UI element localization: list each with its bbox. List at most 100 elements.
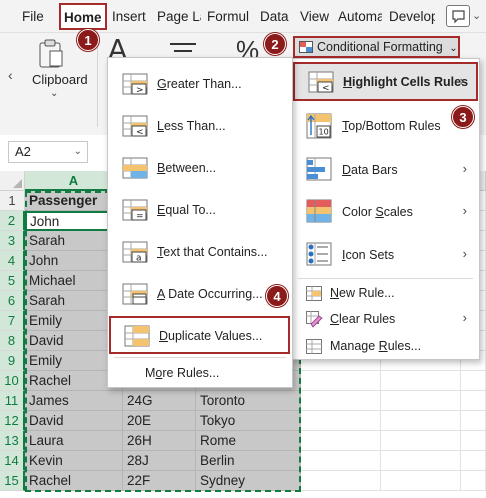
cell-c[interactable]: Berlin xyxy=(196,451,301,471)
menu-separator xyxy=(114,357,286,358)
clipboard-chevron-icon[interactable]: ⌄ xyxy=(50,88,58,99)
menu-item-top-bottom-rules[interactable]: 10 Top/Bottom Rules xyxy=(292,105,479,147)
cell-empty[interactable] xyxy=(461,451,486,471)
comments-button[interactable] xyxy=(446,5,470,27)
svg-text:a: a xyxy=(136,254,142,264)
cell-a[interactable]: David xyxy=(25,411,123,431)
row-header[interactable]: 13 xyxy=(0,431,25,451)
menu-item-label: New Rule... xyxy=(330,286,395,300)
cell-empty[interactable] xyxy=(301,391,381,411)
tab-developer[interactable]: Develop xyxy=(389,0,435,33)
cell-c[interactable]: Toronto xyxy=(196,391,301,411)
cell-empty[interactable] xyxy=(301,431,381,451)
menu-item-duplicate-values[interactable]: Duplicate Values... xyxy=(109,316,290,354)
menu-item-manage-rules[interactable]: Manage Rules... xyxy=(292,334,479,360)
cell-empty[interactable] xyxy=(301,451,381,471)
tab-file[interactable]: File xyxy=(22,0,44,33)
menu-item-icon-sets[interactable]: Icon Sets › xyxy=(292,234,479,276)
cell-c[interactable]: Sydney xyxy=(196,471,301,491)
row-header[interactable]: 1 xyxy=(0,191,25,211)
conditional-formatting-icon xyxy=(299,41,313,53)
row-header[interactable]: 6 xyxy=(0,291,25,311)
row-header[interactable]: 7 xyxy=(0,311,25,331)
menu-item-date-occurring[interactable]: A Date Occurring... xyxy=(108,274,292,314)
row-header[interactable]: 11 xyxy=(0,391,25,411)
cell-empty[interactable] xyxy=(381,391,461,411)
name-box[interactable]: A2 ⌄ xyxy=(8,141,88,163)
svg-text:<: < xyxy=(322,84,330,94)
row-header[interactable]: 4 xyxy=(0,251,25,271)
cell-a[interactable]: Laura xyxy=(25,431,123,451)
conditional-formatting-button[interactable]: Conditional Formatting ⌄ xyxy=(293,36,460,58)
cell-c[interactable]: Rome xyxy=(196,431,301,451)
svg-text:>: > xyxy=(136,86,144,96)
menu-item-label: Equal To... xyxy=(157,203,216,217)
menu-item-between[interactable]: Between... xyxy=(108,148,292,188)
row-header[interactable]: 10 xyxy=(0,371,25,391)
menu-item-label: Clear Rules xyxy=(330,312,396,326)
menu-item-label: Duplicate Values... xyxy=(159,329,263,343)
tab-insert[interactable]: Insert xyxy=(112,0,146,33)
comment-icon xyxy=(452,10,465,23)
highlight-cells-submenu: > Greater Than... < Less Than... Between... =… xyxy=(107,57,293,388)
cell-empty[interactable] xyxy=(381,411,461,431)
paste-icon[interactable] xyxy=(38,39,64,69)
menu-item-color-scales[interactable]: Color Scales › xyxy=(292,191,479,233)
menu-item-less-than[interactable]: < Less Than... xyxy=(108,106,292,146)
cell-empty[interactable] xyxy=(461,471,486,491)
menu-item-highlight-cells-rules[interactable]: < Highlight Cells Rules › xyxy=(293,62,478,101)
ribbon-scroll-left-icon[interactable]: ‹ xyxy=(8,67,13,83)
cell-b[interactable]: 24G xyxy=(123,391,196,411)
select-all-corner[interactable] xyxy=(0,171,25,191)
menu-item-equal-to[interactable]: = Equal To... xyxy=(108,190,292,230)
tab-home[interactable]: Home xyxy=(59,3,107,30)
menu-item-label: Greater Than... xyxy=(157,77,242,91)
cell-empty[interactable] xyxy=(381,451,461,471)
highlight-cells-icon: < xyxy=(308,71,334,93)
cell-b[interactable]: 26H xyxy=(123,431,196,451)
cell-c[interactable]: Tokyo xyxy=(196,411,301,431)
menu-item-more-rules[interactable]: More Rules... xyxy=(108,363,292,385)
cell-empty[interactable] xyxy=(461,391,486,411)
cell-a[interactable]: James xyxy=(25,391,123,411)
tab-page-layout[interactable]: Page La xyxy=(157,0,201,33)
menu-item-new-rule[interactable]: New Rule... xyxy=(292,281,479,307)
cell-empty[interactable] xyxy=(461,411,486,431)
menu-item-text-contains[interactable]: a Text that Contains... xyxy=(108,232,292,272)
menu-item-label: A Date Occurring... xyxy=(157,287,263,301)
row-header[interactable]: 15 xyxy=(0,471,25,491)
cell-a[interactable]: Rachel xyxy=(25,471,123,491)
ribbon-collapse-icon[interactable]: ⌄ xyxy=(472,9,481,22)
tab-view[interactable]: View xyxy=(300,0,329,33)
cell-empty[interactable] xyxy=(301,411,381,431)
cell-empty[interactable] xyxy=(381,431,461,451)
row-header[interactable]: 2 xyxy=(0,211,25,231)
row-header[interactable]: 14 xyxy=(0,451,25,471)
cell-empty[interactable] xyxy=(301,371,381,391)
cell-empty[interactable] xyxy=(461,431,486,451)
name-box-value: A2 xyxy=(15,144,31,159)
cell-empty[interactable] xyxy=(301,471,381,491)
row-header[interactable]: 12 xyxy=(0,411,25,431)
duplicate-values-icon xyxy=(124,325,150,347)
cell-empty[interactable] xyxy=(461,371,486,391)
chevron-down-icon[interactable]: ⌄ xyxy=(74,142,82,162)
row-header[interactable]: 8 xyxy=(0,331,25,351)
top-bottom-icon: 10 xyxy=(306,113,332,139)
row-header[interactable]: 5 xyxy=(0,271,25,291)
tab-formulas[interactable]: Formul xyxy=(207,0,255,33)
cell-empty[interactable] xyxy=(381,371,461,391)
menu-item-data-bars[interactable]: Data Bars › xyxy=(292,149,479,191)
cell-b[interactable]: 22F xyxy=(123,471,196,491)
cell-empty[interactable] xyxy=(381,471,461,491)
cell-a[interactable]: Kevin xyxy=(25,451,123,471)
menu-item-clear-rules[interactable]: Clear Rules › xyxy=(292,307,479,333)
row-header[interactable]: 9 xyxy=(0,351,25,371)
tab-automate[interactable]: Automa xyxy=(338,0,382,33)
menu-item-greater-than[interactable]: > Greater Than... xyxy=(108,64,292,104)
row-header[interactable]: 3 xyxy=(0,231,25,251)
tab-data[interactable]: Data xyxy=(260,0,289,33)
cell-b[interactable]: 20E xyxy=(123,411,196,431)
clipboard-group-label[interactable]: Clipboard xyxy=(32,72,88,87)
cell-b[interactable]: 28J xyxy=(123,451,196,471)
